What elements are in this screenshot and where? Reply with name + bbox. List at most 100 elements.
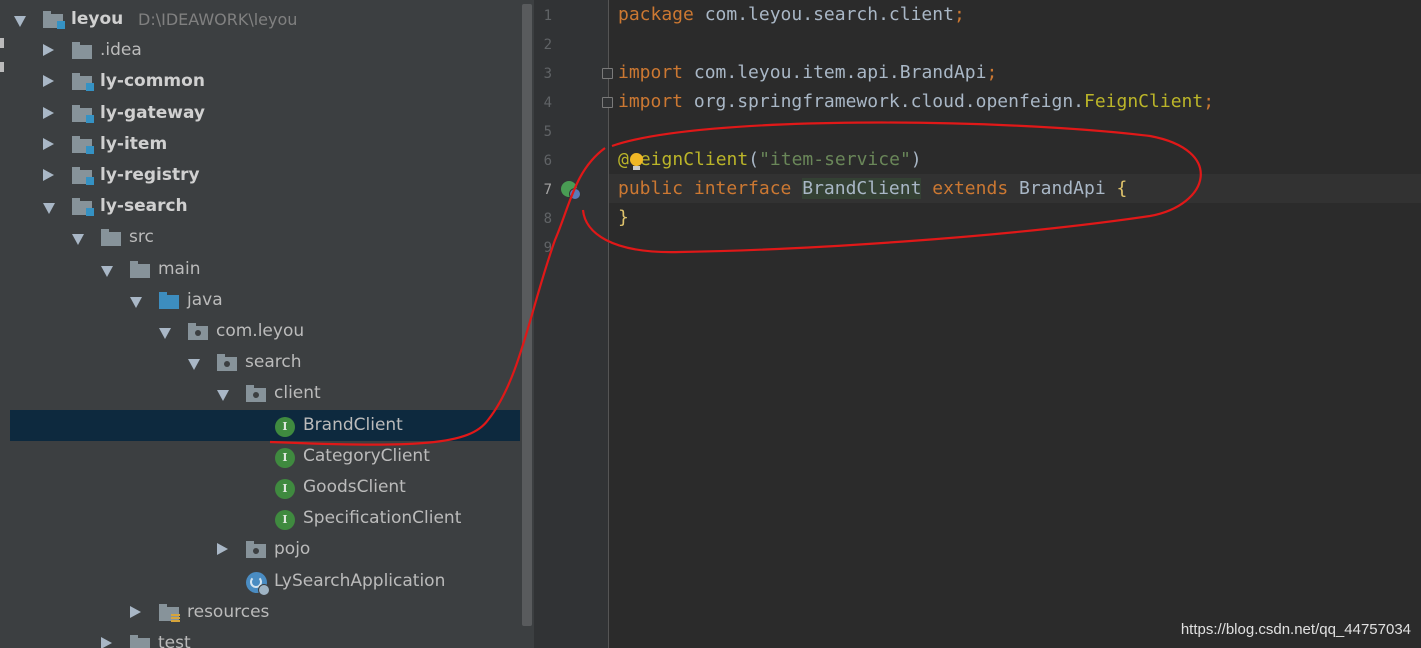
- line-number: 4: [543, 95, 552, 111]
- chevron-right-icon[interactable]: [217, 543, 228, 556]
- tree-node-test[interactable]: test: [10, 628, 520, 648]
- tree-node-search[interactable]: search: [10, 347, 520, 378]
- project-path-hint: D:\IDEAWORK\leyou: [138, 10, 298, 29]
- code-line-6[interactable]: @ eignClient("item-service"): [618, 149, 922, 170]
- line-number: 8: [543, 211, 552, 227]
- lightbulb-icon[interactable]: [630, 153, 643, 170]
- chevron-down-icon[interactable]: [14, 16, 26, 27]
- tree-node-categoryclient[interactable]: I CategoryClient: [10, 441, 520, 472]
- fold-toggle-icon[interactable]: [602, 68, 613, 79]
- tool-strip-mark: [0, 62, 4, 72]
- chevron-right-icon[interactable]: [43, 44, 54, 57]
- tree-node-ly-gateway[interactable]: ly-gateway: [10, 98, 520, 129]
- tree-node-lysearchapplication[interactable]: LySearchApplication: [10, 566, 520, 597]
- tree-node-label: com.leyou: [216, 321, 305, 341]
- tree-node-client[interactable]: client: [10, 378, 520, 409]
- chevron-down-icon[interactable]: [101, 265, 113, 277]
- interface-icon: I: [275, 416, 297, 437]
- folder-module-icon: [72, 198, 94, 217]
- interface-icon: I: [275, 447, 297, 468]
- chevron-down-icon[interactable]: [188, 359, 200, 371]
- folder-module-icon: [43, 11, 65, 29]
- line-number: 6: [543, 153, 552, 169]
- spring-boot-app-icon: [246, 571, 270, 596]
- tree-node-label: client: [274, 383, 321, 404]
- tree-node-label: resources: [187, 601, 270, 622]
- tree-node-leyou[interactable]: leyou D:\IDEAWORK\leyou: [10, 4, 520, 35]
- chevron-right-icon[interactable]: [43, 106, 54, 119]
- tree-node-label: ly-gateway: [100, 102, 205, 123]
- tree-node-src[interactable]: src: [10, 222, 520, 253]
- folder-icon: [130, 635, 152, 648]
- tree-node-ly-common[interactable]: ly-common: [10, 66, 520, 97]
- tree-node-label: ly-common: [100, 71, 205, 92]
- chevron-right-icon[interactable]: [43, 75, 54, 88]
- tree-node-label: CategoryClient: [303, 445, 430, 466]
- tree-node-label: java: [187, 289, 223, 310]
- project-tool-window: leyou D:\IDEAWORK\leyou .idea ly-common ly-g…: [10, 0, 520, 648]
- tree-node-label: ly-registry: [100, 165, 200, 185]
- tree-node-main[interactable]: main: [10, 254, 520, 285]
- folder-module-icon: [72, 167, 94, 185]
- folder-module-icon: [72, 104, 94, 123]
- chevron-down-icon[interactable]: [43, 203, 55, 215]
- folder-module-icon: [72, 73, 94, 92]
- chevron-down-icon[interactable]: [130, 296, 142, 308]
- chevron-down-icon[interactable]: [159, 328, 171, 339]
- tree-node-label: src: [129, 227, 154, 248]
- chevron-down-icon[interactable]: [72, 234, 84, 246]
- line-number: 2: [543, 37, 552, 53]
- tree-node-ly-item[interactable]: ly-item: [10, 129, 520, 160]
- scrollbar-thumb[interactable]: [522, 4, 532, 626]
- chevron-right-icon[interactable]: [130, 605, 141, 618]
- tool-strip-mark: [0, 38, 4, 48]
- tree-node-ly-search[interactable]: ly-search: [10, 191, 520, 222]
- line-number: 3: [543, 66, 552, 82]
- code-line-4[interactable]: import org.springframework.cloud.openfei…: [618, 91, 1214, 112]
- tree-node-label: leyou: [71, 9, 124, 29]
- tree-node--idea[interactable]: .idea: [10, 35, 520, 66]
- brandclient-identifier[interactable]: BrandClient: [802, 178, 922, 199]
- folder-icon: [101, 229, 123, 247]
- folder-icon: [130, 260, 152, 279]
- code-line-1[interactable]: package com.leyou.search.client;: [618, 4, 965, 25]
- resources-folder-icon: [159, 603, 181, 623]
- tree-node-label: ly-item: [100, 133, 168, 154]
- code-line-3[interactable]: import com.leyou.item.api.BrandApi;: [618, 62, 997, 83]
- tree-node-com-leyou[interactable]: com.leyou: [10, 316, 520, 347]
- project-tree-scrollbar[interactable]: [520, 0, 534, 648]
- tree-node-resources[interactable]: resources: [10, 597, 520, 628]
- source-folder-icon: [159, 291, 181, 310]
- line-number: 5: [543, 124, 552, 140]
- package-icon: [217, 354, 239, 372]
- fold-toggle-icon[interactable]: [602, 97, 613, 108]
- code-line-7[interactable]: public interface BrandClient extends Bra…: [618, 178, 1127, 199]
- tree-node-specificationclient[interactable]: I SpecificationClient: [10, 503, 520, 534]
- tree-node-java[interactable]: java: [10, 285, 520, 316]
- code-editor[interactable]: 1 2 3 4 5 6 7 8 9 package com.leyou.sear…: [534, 0, 1421, 648]
- chevron-right-icon[interactable]: [101, 637, 112, 648]
- tree-node-ly-registry[interactable]: ly-registry: [10, 160, 520, 191]
- tree-node-label: LySearchApplication: [274, 570, 446, 591]
- tree-node-label: GoodsClient: [303, 477, 406, 497]
- interface-icon: I: [275, 510, 297, 531]
- chevron-down-icon[interactable]: [217, 390, 229, 402]
- folder-icon: [72, 42, 94, 60]
- tree-node-brandclient[interactable]: I BrandClient: [10, 409, 520, 441]
- chevron-right-icon[interactable]: [43, 169, 54, 181]
- interface-icon: I: [275, 479, 297, 499]
- implemented-interface-icon[interactable]: [561, 181, 581, 200]
- package-icon: [246, 385, 268, 403]
- package-icon: [246, 541, 268, 559]
- tree-node-label: .idea: [100, 40, 142, 61]
- watermark: https://blog.csdn.net/qq_44757034: [1180, 621, 1411, 638]
- tree-node-label: test: [158, 633, 191, 648]
- tree-node-pojo[interactable]: pojo: [10, 534, 520, 565]
- tree-node-label: BrandClient: [303, 414, 403, 435]
- editor-gutter[interactable]: 1 2 3 4 5 6 7 8 9: [534, 0, 613, 648]
- chevron-right-icon[interactable]: [43, 137, 54, 150]
- tree-node-label: ly-search: [100, 196, 188, 217]
- code-line-8[interactable]: }: [618, 207, 629, 228]
- tree-node-goodsclient[interactable]: I GoodsClient: [10, 472, 520, 503]
- tree-node-label: pojo: [274, 539, 311, 560]
